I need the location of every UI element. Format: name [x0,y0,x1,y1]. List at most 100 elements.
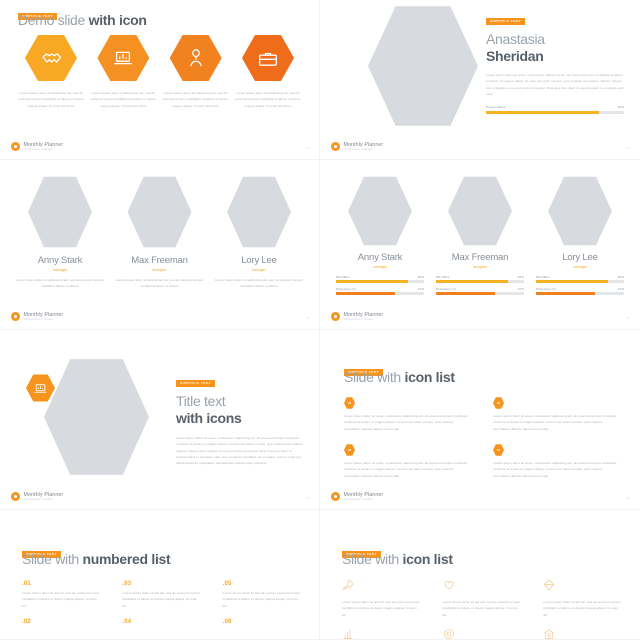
slide-numbered-list[interactable]: SUBTITLE TEXT Slide with numbered list .… [0,510,320,640]
subtitle-badge: SUBTITLE TEXT [486,18,526,25]
member-name: Max Freeman [131,255,188,266]
team-member[interactable]: Max Freeman designer Lorem ipsum dolor s… [116,176,204,289]
item-text: Lorem ipsum dolor sit amet, consectetur … [344,460,468,478]
member-name: Anny Stark [37,255,83,266]
card-text: Lorem ipsum dolor sit adipiscing elit, s… [235,91,301,108]
member-role: designer [472,264,488,269]
list-item[interactable]: Lorem ipsum dolor sit adi elit, sed do e… [443,578,522,618]
project-status-bar: Project Status 82% [486,105,624,114]
member-text: Lorem ipsum dolor sit adipiscing elit, s… [115,277,204,288]
slide-demo-with-icon[interactable]: SUBTITLE TEXT Demo slide with icon Lorem… [0,0,320,160]
list-item[interactable]: 01 Lorem ipsum dolor sit amet, consectet… [344,397,469,432]
subtitle-badge: SUBTITLE TEXT [176,380,216,387]
member-text: Lorem ipsum dolor sit adipiscing elit, s… [215,277,303,288]
title-light: Title text [176,393,226,409]
title-bold: with icons [176,410,242,427]
slide-profile-anastasia[interactable]: SUBTITLE TEXT Anastasia Sheridan Lorem i… [320,0,640,160]
skill-value: 67% [517,286,524,291]
page-number: 13 [305,146,309,150]
avatar-hexagon [127,176,192,248]
list-item[interactable]: Lorem ipsum dolor sit adi elit, sed do e… [543,578,622,618]
brand-subtitle: Multipurpose Template [343,148,373,151]
member-name: Lory Lee [241,255,277,266]
team-member[interactable]: Anny Stark manager MS Office 82% Photosho… [336,176,424,295]
avatar-hexagon [548,176,612,246]
briefcase-icon [242,34,294,82]
item-text: Lorem ipsum dolor sit adi elit, sed do e… [342,600,420,617]
item-number: .05 [222,581,232,587]
brand-hex-icon [11,492,20,501]
team-member[interactable]: Lory Lee manager Lorem ipsum dolor sit a… [215,176,303,289]
page-title: Title text with icons [176,393,303,427]
title-bold: with icon [88,12,147,28]
diamond-icon [543,578,555,595]
list-item[interactable]: .01 Lorem ipsum dolor sit adi elit, sed … [22,581,100,609]
portrait-hexagon-placeholder [368,5,478,127]
hexagon-shape [25,34,77,82]
team-member[interactable]: Anny Stark manager Lorem ipsum dolor sit… [16,176,104,289]
list-item[interactable]: 04 Lorem ipsum dolor sit amet, consectet… [493,444,618,479]
brand-hex-icon [331,312,340,321]
team-member[interactable]: Lory Lee manager MS Office 82% Photoshop … [536,176,624,295]
list-item[interactable]: .02 [22,619,100,625]
slide-team-skills[interactable]: Anny Stark manager MS Office 82% Photosho… [320,160,640,330]
hexagon-shape [97,34,150,82]
hexagon-shape [241,34,294,82]
title-bold: numbered list [82,551,171,567]
icon-card[interactable]: Lorem ipsum dolor sit adipiscing elit, s… [163,34,229,109]
item-text: Lorem ipsum dolor sit amet, consectetur … [493,460,617,478]
hex-number-icon: 04 [493,444,504,456]
list-item[interactable]: .05 Lorem ipsum dolor sit adi elit, sed … [223,581,301,609]
list-item[interactable] [443,627,522,639]
laptop-growth-icon [26,374,55,402]
list-item[interactable] [543,627,622,639]
skill-value: 82% [417,274,424,279]
list-item[interactable] [342,627,421,639]
progress-fill [486,111,600,114]
item-number: .04 [122,618,132,625]
list-item[interactable]: 02 Lorem ipsum dolor sit amet, consectet… [493,397,618,432]
member-name: Lory Lee [562,252,598,263]
list-item[interactable]: .06 [223,619,301,625]
slide-icon-list-line[interactable]: SUBTITLE TEXT Slide with icon list Lorem… [320,510,640,640]
list-item[interactable]: 03 Lorem ipsum dolor sit amet, consectet… [344,444,469,479]
team-member[interactable]: Max Freeman designer MS Office 82% Photos… [436,176,524,295]
skill-bar: MS Office 82% [336,275,424,283]
icon-card[interactable]: Lorem ipsum dolor sit adipiscing elit, s… [18,34,84,109]
icon-card[interactable]: Lorem ipsum dolor sit adipiscing elit, s… [90,34,156,109]
skill-value: 67% [617,286,624,291]
skill-value: 82% [517,274,524,279]
slide-icon-list-hex[interactable]: SUBTITLE TEXT Slide with icon list 01 Lo… [320,330,640,510]
skill-value: 67% [417,286,424,291]
member-role: designer [152,267,167,272]
item-number: .01 [22,581,31,587]
member-name: Max Freeman [451,252,509,263]
item-text: Lorem ipsum dolor sit adi elit, sed do e… [22,591,100,608]
profile-bio: Lorem ipsum dolor sit amet, consectetur … [486,73,624,97]
skill-label: MS Office [336,274,350,279]
brand-hex-icon [11,312,20,321]
item-number: .03 [122,581,132,587]
item-number: .06 [222,618,232,625]
hex-number-icon: 01 [344,397,355,409]
slide-team-simple[interactable]: Anny Stark manager Lorem ipsum dolor sit… [0,160,320,330]
slide-title-with-icons[interactable]: SUBTITLE TEXT Title text with icons Lore… [0,330,320,510]
hex-number-icon: 03 [344,444,355,456]
target-icon [443,627,455,639]
bar-chart-icon [342,627,354,639]
list-item[interactable]: Lorem ipsum dolor sit adi elit, sed do e… [342,578,421,618]
footer-brand: Monthly Planner Multipurpose Template [331,492,383,501]
list-item[interactable]: .04 [122,619,200,625]
name-bold: Sheridan [486,48,544,65]
item-text: Lorem ipsum dolor sit amet, consectetur … [493,414,617,431]
item-text: Lorem ipsum dolor sit adi elit, sed do e… [442,600,521,617]
progress-track [486,111,624,114]
hex-number-icon: 02 [493,397,504,409]
rocket-icon [342,578,354,595]
member-role: manager [372,264,388,269]
skill-label: MS Office [536,274,550,279]
list-item[interactable]: .03 Lorem ipsum dolor sit adi elit, sed … [122,581,200,609]
title-light: Slide with [22,551,83,567]
skill-bar: Photoshop CC 67% [436,287,524,295]
icon-card[interactable]: Lorem ipsum dolor sit adipiscing elit, s… [235,34,301,109]
